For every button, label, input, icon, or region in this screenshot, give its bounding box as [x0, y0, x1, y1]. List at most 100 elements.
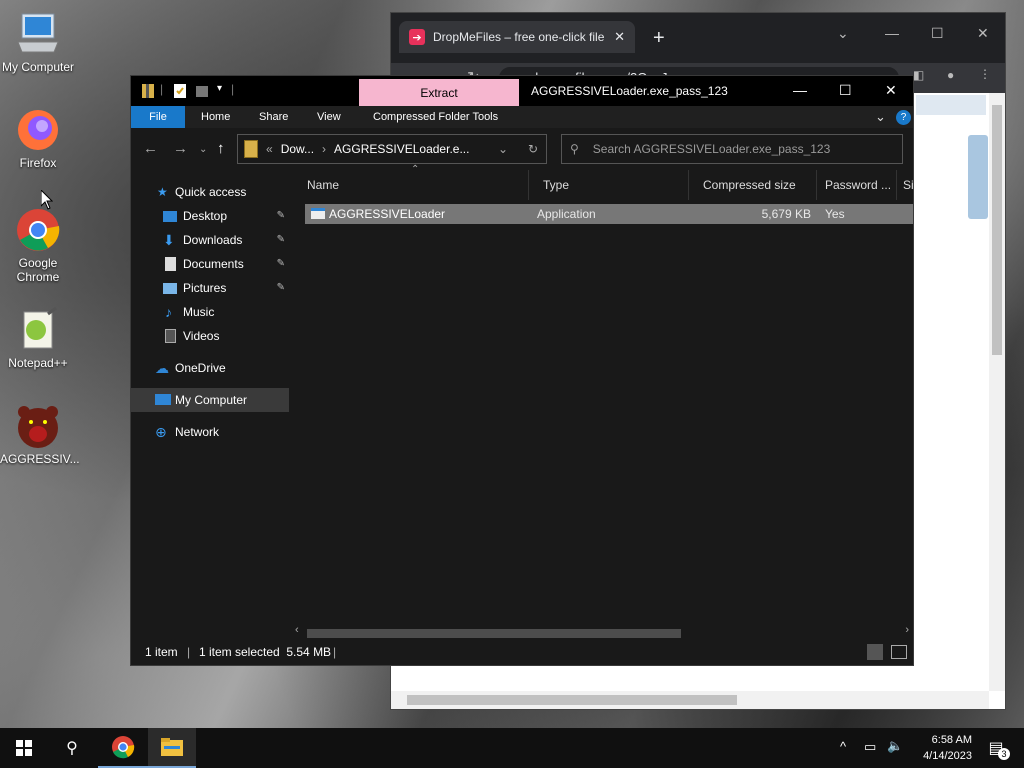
ribbon-tabs: File Home Share View Compressed Folder T… [131, 106, 913, 128]
column-header-compressed-size[interactable]: Compressed size [689, 170, 817, 200]
address-dropdown-icon[interactable]: ⌄ [498, 142, 508, 156]
address-bar[interactable]: « Dow... › AGGRESSIVELoader.e... ⌄ ↻ [237, 134, 547, 164]
window-title: AGGRESSIVELoader.exe_pass_123 [531, 84, 728, 98]
profile-icon[interactable]: ● [947, 68, 954, 82]
desktop-icon-firefox[interactable]: Firefox [0, 106, 76, 170]
up-arrow-icon[interactable]: ↑ [217, 140, 225, 157]
help-icon[interactable]: ? [896, 110, 911, 125]
pin-icon[interactable]: ✎ [277, 276, 285, 300]
extract-context-tab[interactable]: Extract [359, 79, 519, 106]
sidebar-item-music[interactable]: ♪ Music [131, 300, 289, 324]
desktop-icon-aggressive[interactable]: AGGRESSIV... [0, 402, 80, 466]
sidebar-item-documents[interactable]: Documents ✎ [131, 252, 289, 276]
column-header-password[interactable]: Password ... [817, 170, 897, 200]
chrome-icon [112, 736, 135, 759]
pin-icon[interactable]: ✎ [277, 204, 285, 228]
start-button[interactable] [0, 728, 48, 768]
recent-locations-icon[interactable]: ⌄ [199, 144, 207, 155]
network-status-icon[interactable]: ▭ [864, 739, 876, 755]
chrome-tab[interactable]: ➔ DropMeFiles – free one-click file ✕ [399, 21, 635, 53]
desktop-icon [163, 211, 177, 222]
scroll-thumb[interactable] [992, 105, 1002, 355]
clock-time: 6:58 AM [931, 734, 972, 746]
navigation-bar: ← → ⌄ ↑ « Dow... › AGGRESSIVELoader.e...… [131, 128, 913, 170]
ribbon-tab-file[interactable]: File [131, 106, 185, 128]
pin-icon[interactable]: ✎ [277, 228, 285, 252]
thumbs-up-widget[interactable] [968, 135, 988, 219]
refresh-icon[interactable]: ↻ [528, 142, 538, 156]
sidebar-item-videos[interactable]: Videos [131, 324, 289, 348]
sidebar-item-network[interactable]: ⊕ Network [131, 420, 289, 444]
column-header-size[interactable]: Si [897, 170, 914, 200]
separator: | [187, 645, 191, 659]
chrome-minimize-button[interactable]: — [885, 25, 899, 41]
file-row[interactable]: AGGRESSIVELoader Application 5,679 KB Ye… [305, 204, 913, 224]
new-folder-icon[interactable] [195, 83, 209, 99]
breadcrumb-archive[interactable]: AGGRESSIVELoader.e... [334, 142, 469, 156]
show-hidden-icons-icon[interactable]: ^ [840, 739, 846, 754]
search-icon: ⚲ [570, 142, 579, 156]
picture-icon [163, 283, 177, 294]
document-icon [165, 257, 176, 271]
sidebar-icon[interactable]: ◧ [913, 68, 924, 82]
tab-close-icon[interactable]: ✕ [614, 29, 625, 45]
search-button[interactable]: ⚲ [48, 728, 96, 768]
star-icon: ★ [157, 185, 168, 199]
notepad-plus-icon [14, 306, 62, 354]
computer-icon [14, 10, 62, 58]
horizontal-scrollbar[interactable]: ‹ › [293, 624, 913, 640]
desktop-icon-label: My Computer [1, 60, 75, 74]
close-button[interactable]: ✕ [885, 82, 897, 99]
column-header-name[interactable]: Name [293, 170, 529, 200]
desktop-icon-chrome[interactable]: Google Chrome [0, 206, 76, 284]
taskbar-chrome[interactable] [98, 728, 148, 768]
sidebar-item-downloads[interactable]: ⬇ Downloads ✎ [131, 228, 289, 252]
qa-dropdown-icon[interactable]: ▾ [217, 83, 222, 94]
ribbon-tab-view[interactable]: View [307, 106, 351, 128]
windows-logo-icon [16, 740, 32, 756]
pin-icon[interactable]: ✎ [277, 252, 285, 276]
separator: | [160, 82, 164, 96]
breadcrumb-downloads[interactable]: Dow... [281, 142, 314, 156]
back-arrow-icon[interactable]: ← [143, 140, 158, 157]
scroll-thumb[interactable] [307, 629, 681, 638]
large-icons-view-icon[interactable] [891, 645, 907, 659]
sidebar-item-quick-access[interactable]: ★ Quick access [131, 180, 289, 204]
sidebar-item-onedrive[interactable]: ☁ OneDrive [131, 356, 289, 380]
taskbar-file-explorer[interactable] [148, 728, 196, 768]
minimize-button[interactable]: — [793, 82, 807, 98]
sidebar-item-my-computer[interactable]: My Computer [131, 388, 289, 412]
ribbon-tab-compressed-tools[interactable]: Compressed Folder Tools [363, 106, 508, 128]
ribbon-tab-home[interactable]: Home [191, 106, 240, 128]
column-header-type[interactable]: Type [529, 170, 689, 200]
chrome-vertical-scrollbar[interactable] [989, 93, 1005, 691]
forward-arrow-icon[interactable]: → [173, 140, 188, 157]
chrome-maximize-button[interactable]: ☐ [931, 25, 944, 42]
ribbon-tab-share[interactable]: Share [249, 106, 298, 128]
scroll-thumb[interactable] [407, 695, 737, 705]
sidebar-item-pictures[interactable]: Pictures ✎ [131, 276, 289, 300]
details-view-icon[interactable] [867, 644, 883, 660]
cloud-icon: ☁ [155, 360, 169, 376]
ribbon-expand-icon[interactable]: ⌄ [875, 109, 886, 125]
sidebar-item-desktop[interactable]: Desktop ✎ [131, 204, 289, 228]
maximize-button[interactable]: ☐ [839, 82, 852, 99]
desktop-icon-my-computer[interactable]: My Computer [0, 10, 76, 74]
chrome-horizontal-scrollbar[interactable] [391, 691, 989, 709]
scroll-right-icon[interactable]: › [905, 624, 909, 636]
breadcrumb-separator: › [322, 142, 327, 156]
new-tab-button[interactable]: + [653, 27, 665, 50]
taskbar-clock[interactable]: 6:58 AM 4/14/2023 [923, 732, 972, 764]
chrome-dropdown-icon[interactable]: ⌄ [837, 25, 849, 42]
action-center-button[interactable]: ▤ 3 [976, 728, 1016, 768]
search-input[interactable]: ⚲ Search AGGRESSIVELoader.exe_pass_123 [561, 134, 903, 164]
chrome-close-button[interactable]: ✕ [977, 25, 989, 42]
file-type: Application [537, 207, 596, 221]
dropmefiles-favicon-icon: ➔ [409, 29, 425, 45]
status-item-count: 1 item [145, 645, 178, 659]
properties-icon[interactable] [173, 83, 187, 99]
desktop-icon-notepad[interactable]: Notepad++ [0, 306, 76, 370]
volume-icon[interactable]: 🔈 [887, 738, 903, 754]
scroll-left-icon[interactable]: ‹ [295, 624, 299, 636]
menu-dots-icon[interactable]: ⋮ [979, 67, 991, 81]
